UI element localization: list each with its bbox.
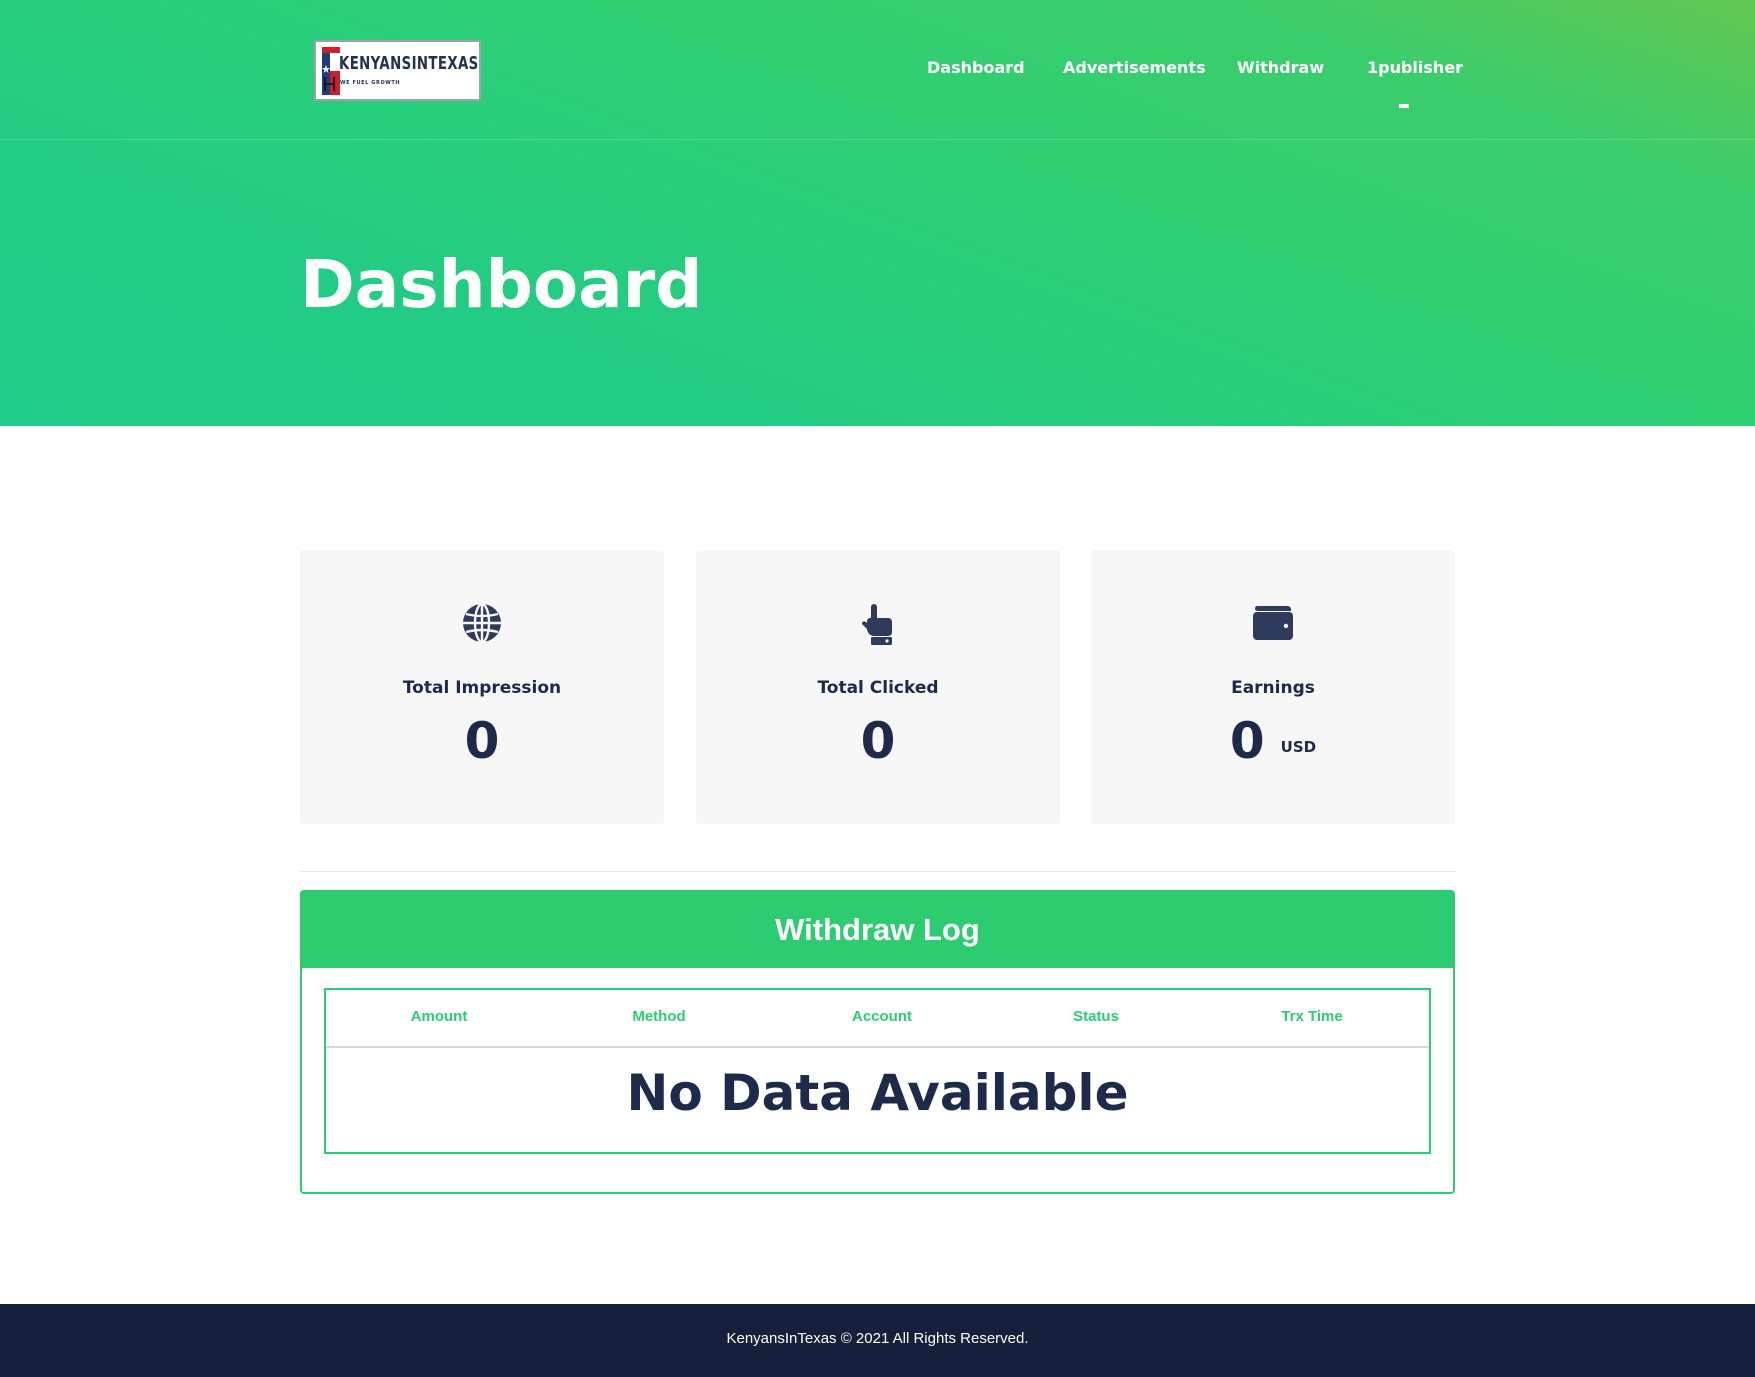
stat-card-earnings: Earnings 0 USD [1091,550,1455,824]
user-menu-indicator [1399,104,1409,108]
withdraw-log-title: Withdraw Log [302,892,1453,968]
texas-flag-icon [322,47,340,95]
stat-value: 0 [464,712,500,770]
withdraw-log-panel: Withdraw Log Amount Method Account Statu… [300,890,1455,1194]
wallet-icon [1253,606,1293,640]
section-divider [300,871,1455,872]
column-header-status: Status [1073,1008,1119,1025]
nav-dashboard[interactable]: Dashboard [927,58,1025,77]
stat-value: 0 USD [1229,712,1317,770]
table-header-row: Amount Method Account Status Trx Time [326,990,1429,1048]
page-title: Dashboard [300,246,703,323]
column-header-amount: Amount [410,1008,468,1025]
stat-card-clicked: Total Clicked 0 [696,550,1060,824]
column-header-trx-time: Trx Time [1281,1008,1343,1025]
stat-label: Total Impression [402,678,562,698]
copyright-text: KenyansInTexas © 2021 All Rights Reserve… [726,1330,1029,1347]
column-header-method: Method [632,1008,686,1025]
globe-icon [463,602,501,644]
stat-label: Earnings [1231,678,1315,698]
stat-card-impression: Total Impression 0 [300,550,664,824]
header-divider [0,139,1755,140]
site-footer: KenyansInTexas © 2021 All Rights Reserve… [0,1304,1755,1377]
withdraw-log-table: Amount Method Account Status Trx Time No… [324,988,1431,1154]
nav-advertisements[interactable]: Advertisements [1063,58,1206,77]
column-header-account: Account [852,1008,912,1025]
nav-withdraw[interactable]: Withdraw [1237,58,1324,77]
hero-header: KENYANSINTEXAS WE FUEL GROWTH Dashboard … [0,0,1755,426]
stat-value: 0 [860,712,896,770]
pointing-hand-icon [862,604,892,645]
stat-label: Total Clicked [817,678,939,698]
currency-unit: USD [1280,738,1317,756]
nav-user-menu[interactable]: 1publisher [1367,58,1463,77]
empty-state-message: No Data Available [626,1064,1129,1122]
site-logo[interactable]: KENYANSINTEXAS WE FUEL GROWTH [314,40,481,101]
logo-tagline: WE FUEL GROWTH [340,80,401,86]
logo-wordmark: KENYANSINTEXAS [339,53,479,74]
